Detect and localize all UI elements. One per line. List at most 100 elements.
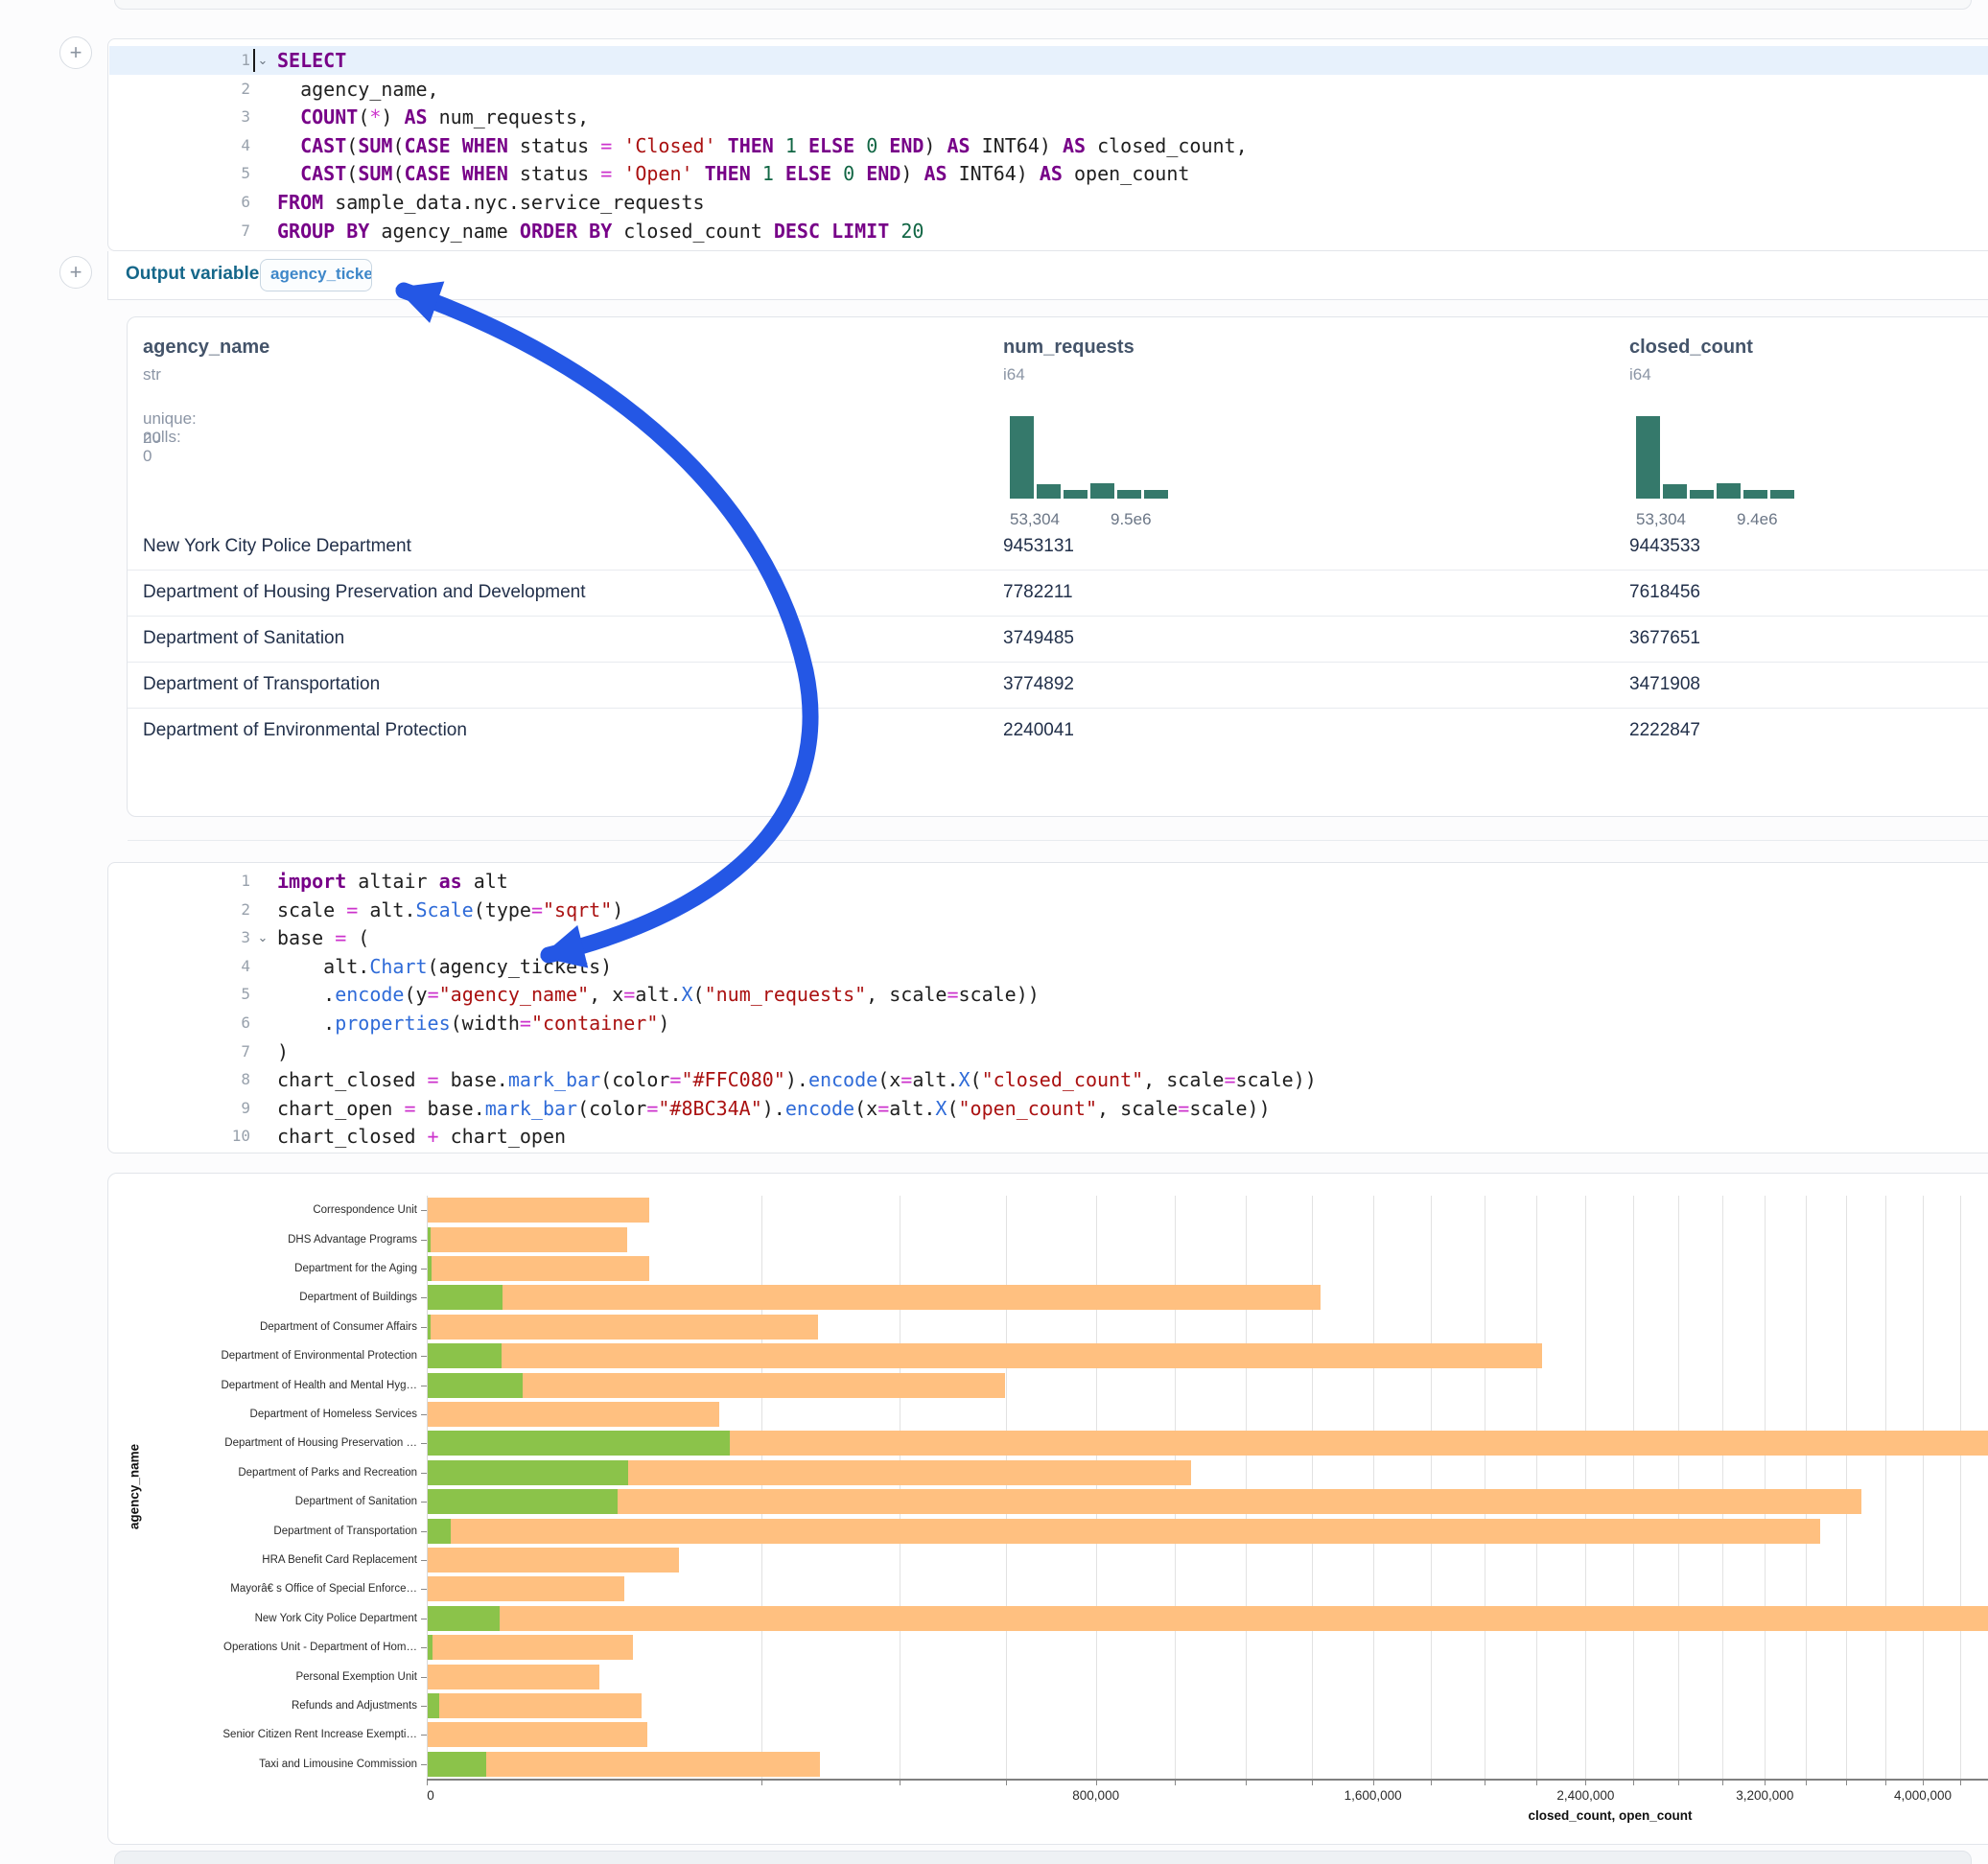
code-token: as — [439, 870, 462, 893]
previous-cell-edge — [114, 0, 1972, 10]
code-line: .encode(y="agency_name", x=alt.X("num_re… — [277, 980, 1040, 1009]
code-token: ELSE — [785, 162, 831, 185]
code-token — [277, 134, 300, 157]
code-token — [774, 134, 785, 157]
column-name: num_requests — [1003, 337, 1134, 359]
row-divider — [128, 708, 1988, 709]
code-token: base — [277, 926, 335, 949]
code-line: COUNT(*) AS num_requests, — [277, 103, 589, 131]
fold-chevron-icon[interactable]: ⌄ — [254, 46, 271, 75]
code-token: alt — [462, 870, 508, 893]
code-token: CAST — [300, 134, 346, 157]
code-token — [346, 49, 358, 72]
column-type: i64 — [1003, 365, 1025, 384]
next-cell-edge — [114, 1851, 1972, 1864]
code-token: encode — [785, 1097, 854, 1120]
code-token: = — [646, 1097, 658, 1120]
code-token: GROUP — [277, 220, 335, 243]
cell-agency-name: Department of Transportation — [143, 662, 380, 708]
code-token: num_requests, — [428, 105, 590, 128]
code-token: = — [1224, 1068, 1235, 1091]
code-token: (width — [451, 1012, 520, 1035]
table-row: Department of Housing Preservation and D… — [128, 570, 1988, 616]
code-token: AS — [1063, 134, 1086, 157]
code-token — [854, 134, 866, 157]
code-token: alt. — [889, 1097, 935, 1120]
code-token: ELSE — [808, 134, 854, 157]
code-token: AS — [405, 105, 428, 128]
code-token: (x — [877, 1068, 900, 1091]
code-line: base = ( — [277, 923, 369, 952]
code-token — [612, 134, 623, 157]
code-token: = — [947, 983, 958, 1006]
code-token: ( — [693, 983, 705, 1006]
sql-code-editor[interactable]: 1⌄SELECT 2 agency_name,3 COUNT(*) AS num… — [107, 38, 1988, 251]
code-line: chart_open = base.mark_bar(color="#8BC34… — [277, 1094, 1271, 1123]
code-token: ( — [392, 162, 404, 185]
code-token: X — [935, 1097, 947, 1120]
python-code-editor[interactable]: 1import altair as alt2scale = alt.Scale(… — [107, 862, 1988, 1153]
code-token: WHEN — [462, 134, 508, 157]
code-line: SELECT — [277, 46, 358, 75]
table-row: Department of Sanitation37494853677651 — [128, 616, 1988, 662]
histogram-bar — [1743, 490, 1767, 499]
code-token: THEN — [728, 134, 774, 157]
fold-chevron-icon[interactable]: ⌄ — [254, 923, 271, 952]
row-divider — [128, 662, 1988, 663]
code-token: FROM — [277, 191, 323, 214]
code-token: chart_closed — [277, 1125, 428, 1148]
line-number: 5 — [204, 159, 250, 188]
code-token: Scale — [416, 898, 474, 921]
cell-closed-count: 3677651 — [1629, 616, 1700, 662]
code-token: closed_count — [612, 220, 774, 243]
code-token: , scale — [866, 983, 947, 1006]
code-token: CASE — [404, 134, 450, 157]
code-token: "open_count" — [959, 1097, 1098, 1120]
histogram-bar — [1717, 483, 1741, 499]
code-token: ( — [346, 926, 369, 949]
output-variable-pill[interactable]: agency_tickets — [260, 259, 372, 291]
column-stat: nulls: 0 — [143, 428, 181, 466]
code-line: import altair as alt — [277, 867, 508, 896]
code-token: END — [889, 134, 924, 157]
code-token: X — [959, 1068, 971, 1091]
code-token: END — [866, 162, 900, 185]
code-token: "sqrt" — [543, 898, 612, 921]
code-token: = — [669, 1068, 681, 1091]
code-token: CASE — [404, 162, 450, 185]
code-token: ( — [392, 134, 404, 157]
line-number: 1 — [204, 46, 250, 75]
code-token: = — [346, 898, 358, 921]
line-number: 4 — [204, 952, 250, 981]
table-row: New York City Police Department945313194… — [128, 524, 1988, 570]
column-name: closed_count — [1629, 337, 1753, 359]
code-token: base. — [416, 1097, 485, 1120]
code-token — [877, 134, 889, 157]
code-token: Chart — [369, 955, 427, 978]
add-cell-button[interactable]: + — [59, 256, 92, 289]
row-divider — [128, 616, 1988, 617]
code-token: status — [508, 162, 600, 185]
code-token: ( — [947, 1097, 958, 1120]
add-cell-button[interactable]: + — [59, 36, 92, 69]
code-token: = — [600, 134, 612, 157]
code-token: status — [508, 134, 600, 157]
code-token: chart_open — [439, 1125, 566, 1148]
code-token: scale — [277, 898, 346, 921]
code-token: LIMIT — [831, 220, 889, 243]
code-token — [889, 220, 900, 243]
code-token — [820, 220, 831, 243]
code-token: = — [428, 983, 439, 1006]
code-token: scale)) — [1189, 1097, 1270, 1120]
code-line: CAST(SUM(CASE WHEN status = 'Open' THEN … — [277, 159, 1189, 188]
code-token: (color — [577, 1097, 646, 1120]
code-token: WHEN — [462, 162, 508, 185]
code-token: "#8BC34A" — [658, 1097, 761, 1120]
code-token: agency_name — [369, 220, 520, 243]
line-number: 3 — [204, 923, 250, 952]
code-line: agency_name, — [277, 75, 439, 104]
code-token — [774, 162, 785, 185]
cell-closed-count: 2222847 — [1629, 708, 1700, 754]
code-token: = — [623, 983, 635, 1006]
code-token: alt. — [912, 1068, 958, 1091]
